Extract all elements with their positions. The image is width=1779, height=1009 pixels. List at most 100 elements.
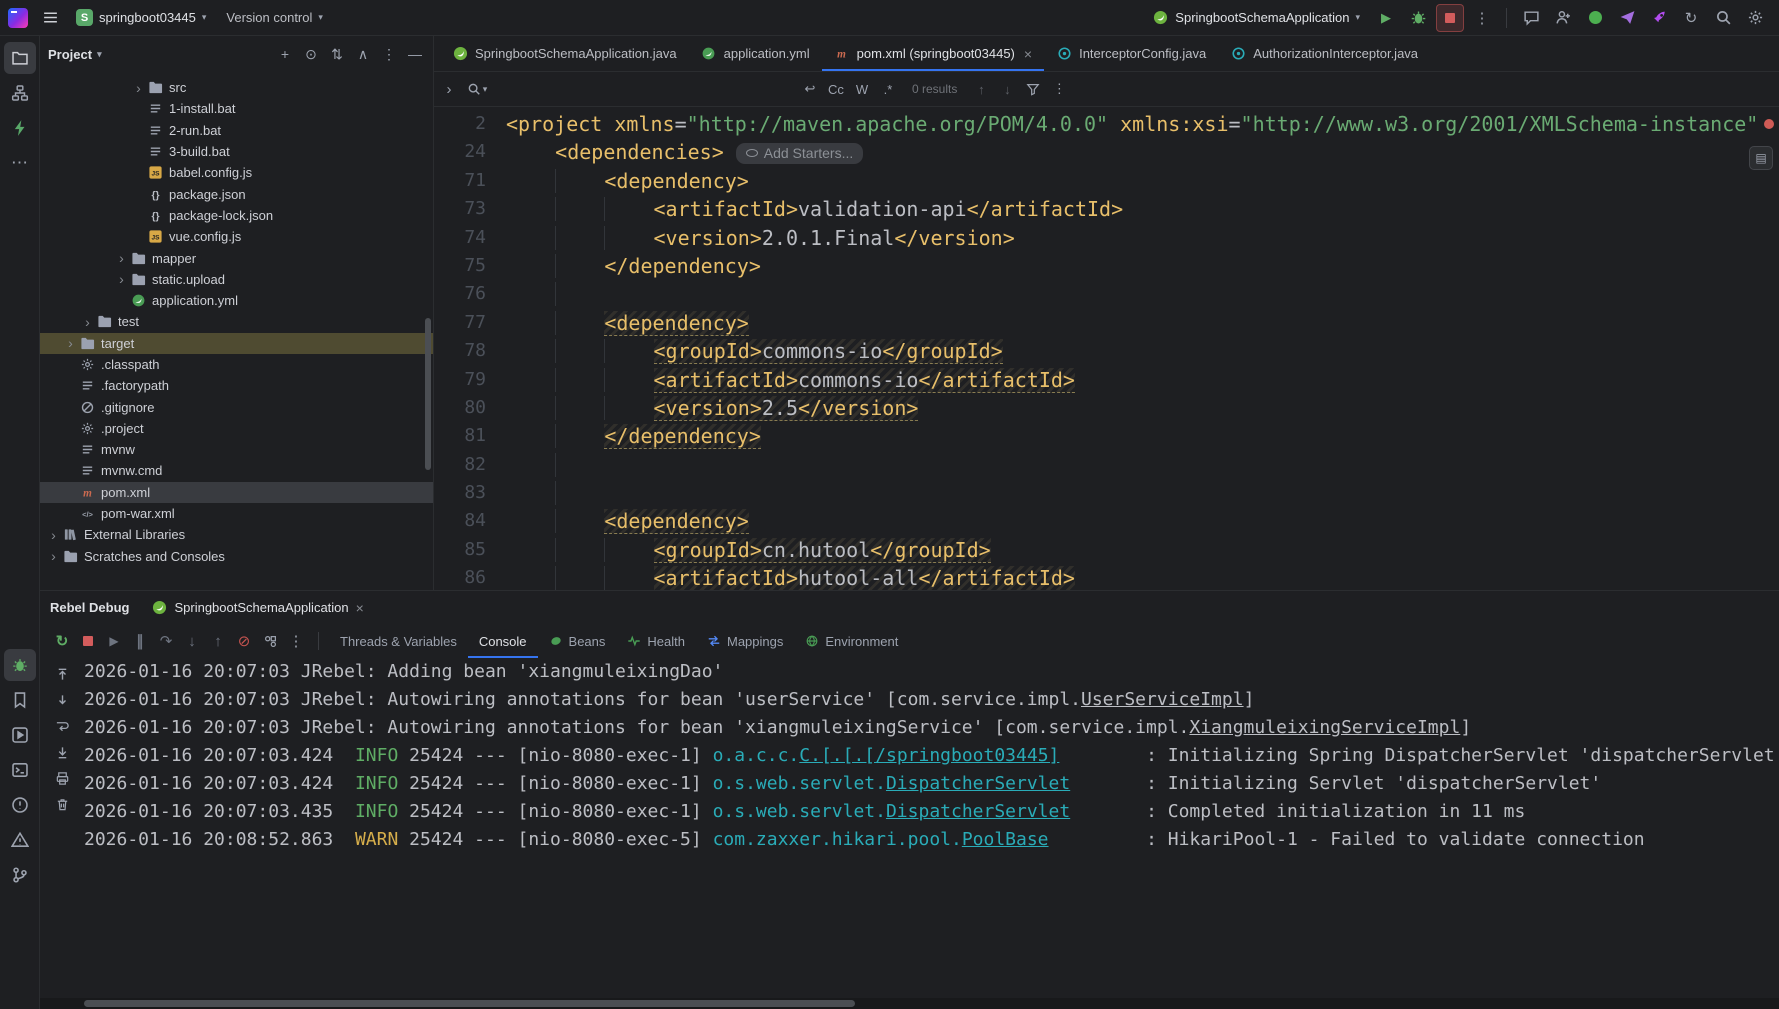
- chevron-right-icon[interactable]: ›: [80, 315, 95, 329]
- console-link[interactable]: DispatcherServlet: [886, 773, 1070, 794]
- tree-item-2-run-bat[interactable]: 2-run.bat: [40, 120, 433, 141]
- match-case-button[interactable]: Cc: [824, 78, 848, 100]
- pause-button[interactable]: ∥: [128, 629, 152, 653]
- tree-item-mapper[interactable]: ›mapper: [40, 247, 433, 268]
- print-button[interactable]: [50, 766, 74, 790]
- expand-replace-icon[interactable]: ›: [440, 81, 458, 98]
- chevron-right-icon[interactable]: ›: [114, 272, 129, 286]
- console-link[interactable]: UserServiceImpl: [1081, 689, 1244, 710]
- tree-item-test[interactable]: ›test: [40, 311, 433, 332]
- add-button[interactable]: +: [273, 42, 297, 66]
- tree-item-pom-war-xml[interactable]: </>pom-war.xml: [40, 503, 433, 524]
- search-field-icon[interactable]: ▾: [460, 82, 494, 96]
- settings-button[interactable]: [1741, 4, 1769, 32]
- next-frame-button[interactable]: [50, 688, 74, 712]
- editor-tab-pom-xml-springboot03445[interactable]: mpom.xml (springboot03445)×: [822, 36, 1044, 71]
- tree-item-vue-config-js[interactable]: JSvue.config.js: [40, 226, 433, 247]
- console-link[interactable]: XiangmuleixingServiceImpl: [1189, 717, 1460, 738]
- regex-button[interactable]: .*: [876, 78, 900, 100]
- editor-tab-interceptorconfig-java[interactable]: InterceptorConfig.java: [1044, 36, 1218, 71]
- toolwindow-structure-button[interactable]: [4, 77, 36, 109]
- debug-tab-health[interactable]: Health: [616, 624, 696, 658]
- debug-more-button[interactable]: ⋮: [284, 629, 308, 653]
- vcs-selector[interactable]: Version control ▾: [218, 5, 331, 31]
- chevron-right-icon[interactable]: ›: [46, 549, 61, 563]
- toolwindow-services-button[interactable]: [4, 719, 36, 751]
- tree-item-mvnw-cmd[interactable]: mvnw.cmd: [40, 460, 433, 481]
- tree-item-mvnw[interactable]: mvnw: [40, 439, 433, 460]
- locate-file-button[interactable]: ⊙: [299, 42, 323, 66]
- search-options-button[interactable]: ⋮: [1047, 78, 1071, 100]
- debug-tab-threads-variables[interactable]: Threads & Variables: [329, 624, 468, 658]
- code-area[interactable]: 2<project xmlns="http://maven.apache.org…: [434, 107, 1779, 590]
- project-tree-scrollbar[interactable]: [425, 318, 431, 470]
- soft-wrap-button[interactable]: [50, 714, 74, 738]
- close-icon[interactable]: ×: [356, 600, 364, 616]
- toolwindow-bookmarks-button[interactable]: [4, 684, 36, 716]
- toolwindow-git-button[interactable]: [4, 859, 36, 891]
- tree-item-package-json[interactable]: {}package.json: [40, 183, 433, 204]
- step-over-button[interactable]: ↷: [154, 629, 178, 653]
- run-button[interactable]: ▶: [1372, 4, 1400, 32]
- console-link[interactable]: C.[.[.[/springboot03445]: [799, 745, 1059, 766]
- debug-tab-beans[interactable]: Beans: [538, 624, 617, 658]
- chevron-right-icon[interactable]: ›: [131, 81, 146, 95]
- debug-tab-mappings[interactable]: Mappings: [696, 624, 794, 658]
- resume-button[interactable]: ▶: [102, 629, 126, 653]
- toolwindow-notifications-button[interactable]: [4, 824, 36, 856]
- more-toolwindows-button[interactable]: ⋯: [4, 147, 36, 179]
- debug-button[interactable]: [1404, 4, 1432, 32]
- whole-words-button[interactable]: W: [850, 78, 874, 100]
- rerun-button[interactable]: ↻: [50, 629, 74, 653]
- next-occurrence-button[interactable]: ↓: [995, 78, 1019, 100]
- project-selector[interactable]: S springboot03445 ▾: [68, 5, 214, 31]
- error-stripe-mark[interactable]: [1764, 119, 1774, 129]
- tree-item-static-upload[interactable]: ›static.upload: [40, 269, 433, 290]
- search-everywhere-button[interactable]: [1709, 4, 1737, 32]
- tree-item-factorypath[interactable]: .factorypath: [40, 375, 433, 396]
- tree-item-pom-xml[interactable]: mpom.xml: [40, 482, 433, 503]
- run-config-selector[interactable]: SpringbootSchemaApplication ▾: [1143, 5, 1368, 31]
- scrollbar-thumb[interactable]: [84, 1000, 855, 1007]
- step-out-button[interactable]: ↑: [206, 629, 230, 653]
- debug-session-tab[interactable]: SpringbootSchemaApplication ×: [145, 591, 369, 624]
- scroll-to-end-button[interactable]: [50, 740, 74, 764]
- inlay-hint-add-starters[interactable]: Add Starters...: [736, 143, 863, 164]
- editor-tab-springbootschemaapplication-java[interactable]: SpringbootSchemaApplication.java: [440, 36, 689, 71]
- search-filter-button[interactable]: [1021, 78, 1045, 100]
- tree-item-babel-config-js[interactable]: JSbabel.config.js: [40, 162, 433, 183]
- mute-breakpoints-button[interactable]: ⊘: [232, 629, 256, 653]
- project-view-selector[interactable]: Project ▾: [48, 47, 102, 62]
- console-output[interactable]: 2026-01-16 20:07:03 JRebel: Adding bean …: [84, 658, 1779, 1009]
- jrebel-panel-button[interactable]: [4, 112, 36, 144]
- search-input[interactable]: [496, 77, 796, 101]
- prev-frame-button[interactable]: [50, 662, 74, 686]
- tree-item-application-yml[interactable]: application.yml: [40, 290, 433, 311]
- stop-process-button[interactable]: [76, 629, 100, 653]
- chat-button[interactable]: [1517, 4, 1545, 32]
- debug-tab-environment[interactable]: Environment: [794, 624, 909, 658]
- collapse-all-button[interactable]: ∧: [351, 42, 375, 66]
- tree-item-target[interactable]: ›target: [40, 333, 433, 354]
- main-menu-button[interactable]: [36, 4, 64, 32]
- tree-item-scratches-and-consoles[interactable]: ›Scratches and Consoles: [40, 546, 433, 567]
- tree-item-3-build-bat[interactable]: 3-build.bat: [40, 141, 433, 162]
- expand-all-button[interactable]: ⇅: [325, 42, 349, 66]
- multiline-search-button[interactable]: ↩: [798, 78, 822, 100]
- chevron-right-icon[interactable]: ›: [114, 251, 129, 265]
- tree-item-external-libraries[interactable]: ›External Libraries: [40, 524, 433, 545]
- inspections-widget-icon[interactable]: ▤: [1749, 146, 1773, 170]
- clear-console-button[interactable]: [50, 792, 74, 816]
- tree-item-classpath[interactable]: .classpath: [40, 354, 433, 375]
- profiler-button[interactable]: [1645, 4, 1673, 32]
- add-user-button[interactable]: [1549, 4, 1577, 32]
- console-link[interactable]: PoolBase: [962, 829, 1049, 850]
- tree-item-src[interactable]: ›src: [40, 77, 433, 98]
- tree-item-package-lock-json[interactable]: {}package-lock.json: [40, 205, 433, 226]
- chevron-right-icon[interactable]: ›: [46, 528, 61, 542]
- update-button[interactable]: ↻: [1677, 4, 1705, 32]
- editor-tab-application-yml[interactable]: application.yml: [689, 36, 822, 71]
- debug-tab-console[interactable]: Console: [468, 624, 538, 658]
- step-into-button[interactable]: ↓: [180, 629, 204, 653]
- jrebel-deploy-button[interactable]: [1613, 4, 1641, 32]
